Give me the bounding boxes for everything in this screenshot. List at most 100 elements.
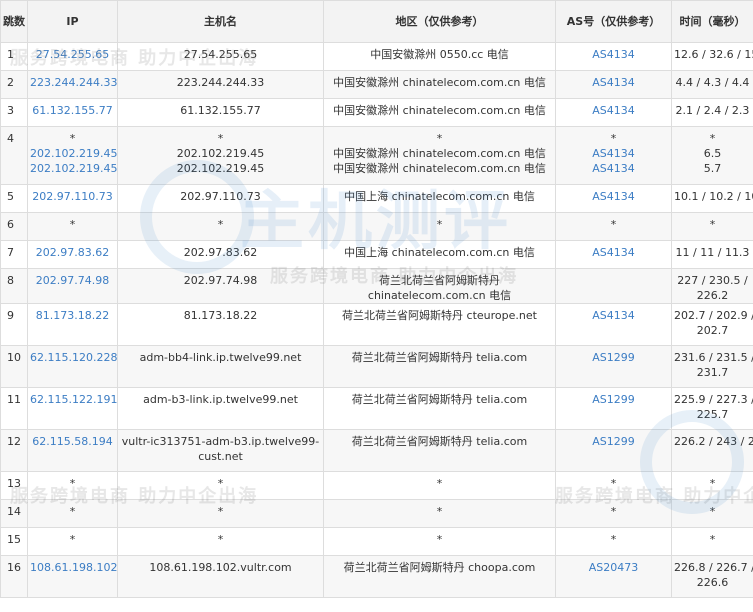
cell-ip: 202.97.83.62 <box>27 240 118 269</box>
as-link[interactable]: AS1299 <box>558 392 669 407</box>
ip-link[interactable]: 27.54.255.65 <box>30 47 115 62</box>
as-link[interactable]: AS4134 <box>558 47 669 62</box>
cell-as-line: * <box>610 505 617 518</box>
table-row: 7 202.97.83.62 202.97.83.62 中国上海 chinatelec… <box>0 240 753 269</box>
cell-time: 231.6 / 231.5 / 231.7 <box>671 345 753 388</box>
cell-region-line: chinatelecom.com.cn 电信 <box>367 289 512 302</box>
table-row: 12 62.115.58.194 vultr-ic313751-adm-b3.ip.… <box>0 429 753 472</box>
as-link[interactable]: AS1299 <box>558 350 669 365</box>
cell-time-line: 4.4 / 4.3 / 4.4 <box>675 76 750 89</box>
as-link[interactable]: AS4134 <box>558 146 669 161</box>
cell-region: 中国安徽滁州 chinatelecom.com.cn 电信 <box>323 70 556 99</box>
cell-time-line: 12.6 / 32.6 / 15.2 <box>674 48 753 61</box>
cell-ip-line: * <box>69 505 76 518</box>
ip-link[interactable]: 223.244.244.33 <box>30 75 117 90</box>
cell-region-line: 荷兰北荷兰省阿姆斯特丹 cteurope.net <box>342 309 537 322</box>
cell-region: * <box>323 499 556 528</box>
cell-time-line: 202.7 / 202.9 / <box>674 309 753 322</box>
as-link[interactable]: AS20473 <box>558 560 669 575</box>
ip-link[interactable]: 61.132.155.77 <box>30 103 115 118</box>
cell-time: 12.6 / 32.6 / 15.2 <box>671 42 753 71</box>
cell-region: 荷兰北荷兰省阿姆斯特丹 choopa.com <box>323 555 556 598</box>
cell-hop: 9 <box>0 303 28 346</box>
ip-link[interactable]: 81.173.18.22 <box>30 308 115 323</box>
cell-time: 4.4 / 4.3 / 4.4 <box>671 70 753 99</box>
cell-host: 61.132.155.77 <box>117 98 324 127</box>
cell-region: 荷兰北荷兰省阿姆斯特丹 cteurope.net <box>323 303 556 346</box>
cell-hop: 7 <box>0 240 28 269</box>
cell-as-line: * <box>610 477 617 490</box>
ip-link[interactable]: 202.97.83.62 <box>30 245 115 260</box>
ip-link[interactable]: 62.115.120.228 <box>30 350 117 365</box>
as-link[interactable]: AS4134 <box>558 245 669 260</box>
ip-link[interactable]: 62.115.122.191 <box>30 392 117 407</box>
cell-ip: 223.244.244.33 <box>27 70 118 99</box>
cell-host-line: * <box>217 533 224 546</box>
as-link[interactable]: AS4134 <box>558 75 669 90</box>
cell-hop: 8 <box>0 268 28 304</box>
cell-host-line: adm-bb4-link.ip.twelve99.net <box>139 351 302 364</box>
ip-link[interactable]: 202.97.110.73 <box>30 189 115 204</box>
cell-time: 225.9 / 227.3 / 225.7 <box>671 387 753 430</box>
table-body: 1 27.54.255.65 27.54.255.65 中国安徽滁州 0550.cc … <box>0 42 753 598</box>
table-row: 10 62.115.120.228 adm-bb4-link.ip.twelve99… <box>0 345 753 388</box>
ip-link[interactable]: 202.102.219.45 <box>30 146 117 161</box>
cell-hop: 16 <box>0 555 28 598</box>
table-row: 9 81.173.18.22 81.173.18.22 荷兰北荷兰省阿姆斯特丹 cte… <box>0 303 753 346</box>
cell-region-line: 荷兰北荷兰省阿姆斯特丹 telia.com <box>351 351 528 364</box>
cell-region-line: 荷兰北荷兰省阿姆斯特丹 choopa.com <box>343 561 536 574</box>
cell-region-line: * <box>436 505 443 518</box>
cell-region-line: 中国安徽滁州 chinatelecom.com.cn 电信 <box>333 162 546 175</box>
cell-time-line: * <box>709 505 716 518</box>
ip-link[interactable]: 202.102.219.45 <box>30 161 117 176</box>
cell-host: * <box>117 212 324 241</box>
cell-hop: 13 <box>0 471 28 500</box>
cell-as: AS1299 <box>555 429 672 472</box>
cell-time-line: 2.1 / 2.4 / 2.3 <box>675 104 750 117</box>
ip-link[interactable]: 62.115.58.194 <box>30 434 115 449</box>
cell-host: * <box>117 499 324 528</box>
cell-host-line: 202.97.74.98 <box>183 274 258 287</box>
table-header: 跳数 IP 主机名 地区（仅供参考） AS号（仅供参考） 时间（毫秒） <box>0 0 753 43</box>
cell-as-line: * <box>610 533 617 546</box>
table-row: 6 * * * * * <box>0 212 753 241</box>
cell-time: 2.1 / 2.4 / 2.3 <box>671 98 753 127</box>
cell-time-line: * <box>709 218 716 231</box>
cell-region-line: 中国安徽滁州 chinatelecom.com.cn 电信 <box>333 147 546 160</box>
table-row: 5 202.97.110.73 202.97.110.73 中国上海 chinatel… <box>0 184 753 213</box>
cell-time: 227 / 230.5 / 226.2 <box>671 268 753 304</box>
cell-region: 中国上海 chinatelecom.com.cn 电信 <box>323 240 556 269</box>
cell-hop: 12 <box>0 429 28 472</box>
cell-region-line: * <box>436 477 443 490</box>
table-row: 16 108.61.198.102 108.61.198.102.vultr.com… <box>0 555 753 598</box>
cell-hop: 3 <box>0 98 28 127</box>
cell-time-line: 231.6 / 231.5 / <box>674 351 753 364</box>
cell-ip: 81.173.18.22 <box>27 303 118 346</box>
as-link[interactable]: AS4134 <box>558 189 669 204</box>
cell-as: AS4134 <box>555 303 672 346</box>
cell-hop: 10 <box>0 345 28 388</box>
cell-as: * <box>555 527 672 556</box>
cell-hop: 2 <box>0 70 28 99</box>
cell-host: 202.97.110.73 <box>117 184 324 213</box>
as-link[interactable]: AS1299 <box>558 434 669 449</box>
cell-region-line: 荷兰北荷兰省阿姆斯特丹 <box>379 274 500 287</box>
as-link[interactable]: AS4134 <box>558 161 669 176</box>
cell-host-line: 202.102.219.45 <box>176 162 265 175</box>
cell-time-line: 227 / 230.5 / <box>677 274 748 287</box>
cell-as-line: * <box>610 218 617 231</box>
cell-ip: 202.97.110.73 <box>27 184 118 213</box>
ip-link[interactable]: 108.61.198.102 <box>30 560 117 575</box>
table-row: 1 27.54.255.65 27.54.255.65 中国安徽滁州 0550.cc … <box>0 42 753 71</box>
cell-region: 荷兰北荷兰省阿姆斯特丹 telia.com <box>323 345 556 388</box>
cell-time-line: 226.2 / 243 / 226 <box>674 435 753 448</box>
as-link[interactable]: AS4134 <box>558 308 669 323</box>
table-row: 13 * * * * * <box>0 471 753 500</box>
cell-host-line: 27.54.255.65 <box>183 48 258 61</box>
cell-host-line: vultr-ic313751-adm-b3.ip.twelve99- <box>121 435 320 448</box>
ip-link[interactable]: 202.97.74.98 <box>30 273 115 288</box>
cell-time-line: 5.7 <box>703 162 722 175</box>
as-link[interactable]: AS4134 <box>558 103 669 118</box>
cell-ip: 62.115.122.191 <box>27 387 118 430</box>
cell-region-line: 荷兰北荷兰省阿姆斯特丹 telia.com <box>351 435 528 448</box>
